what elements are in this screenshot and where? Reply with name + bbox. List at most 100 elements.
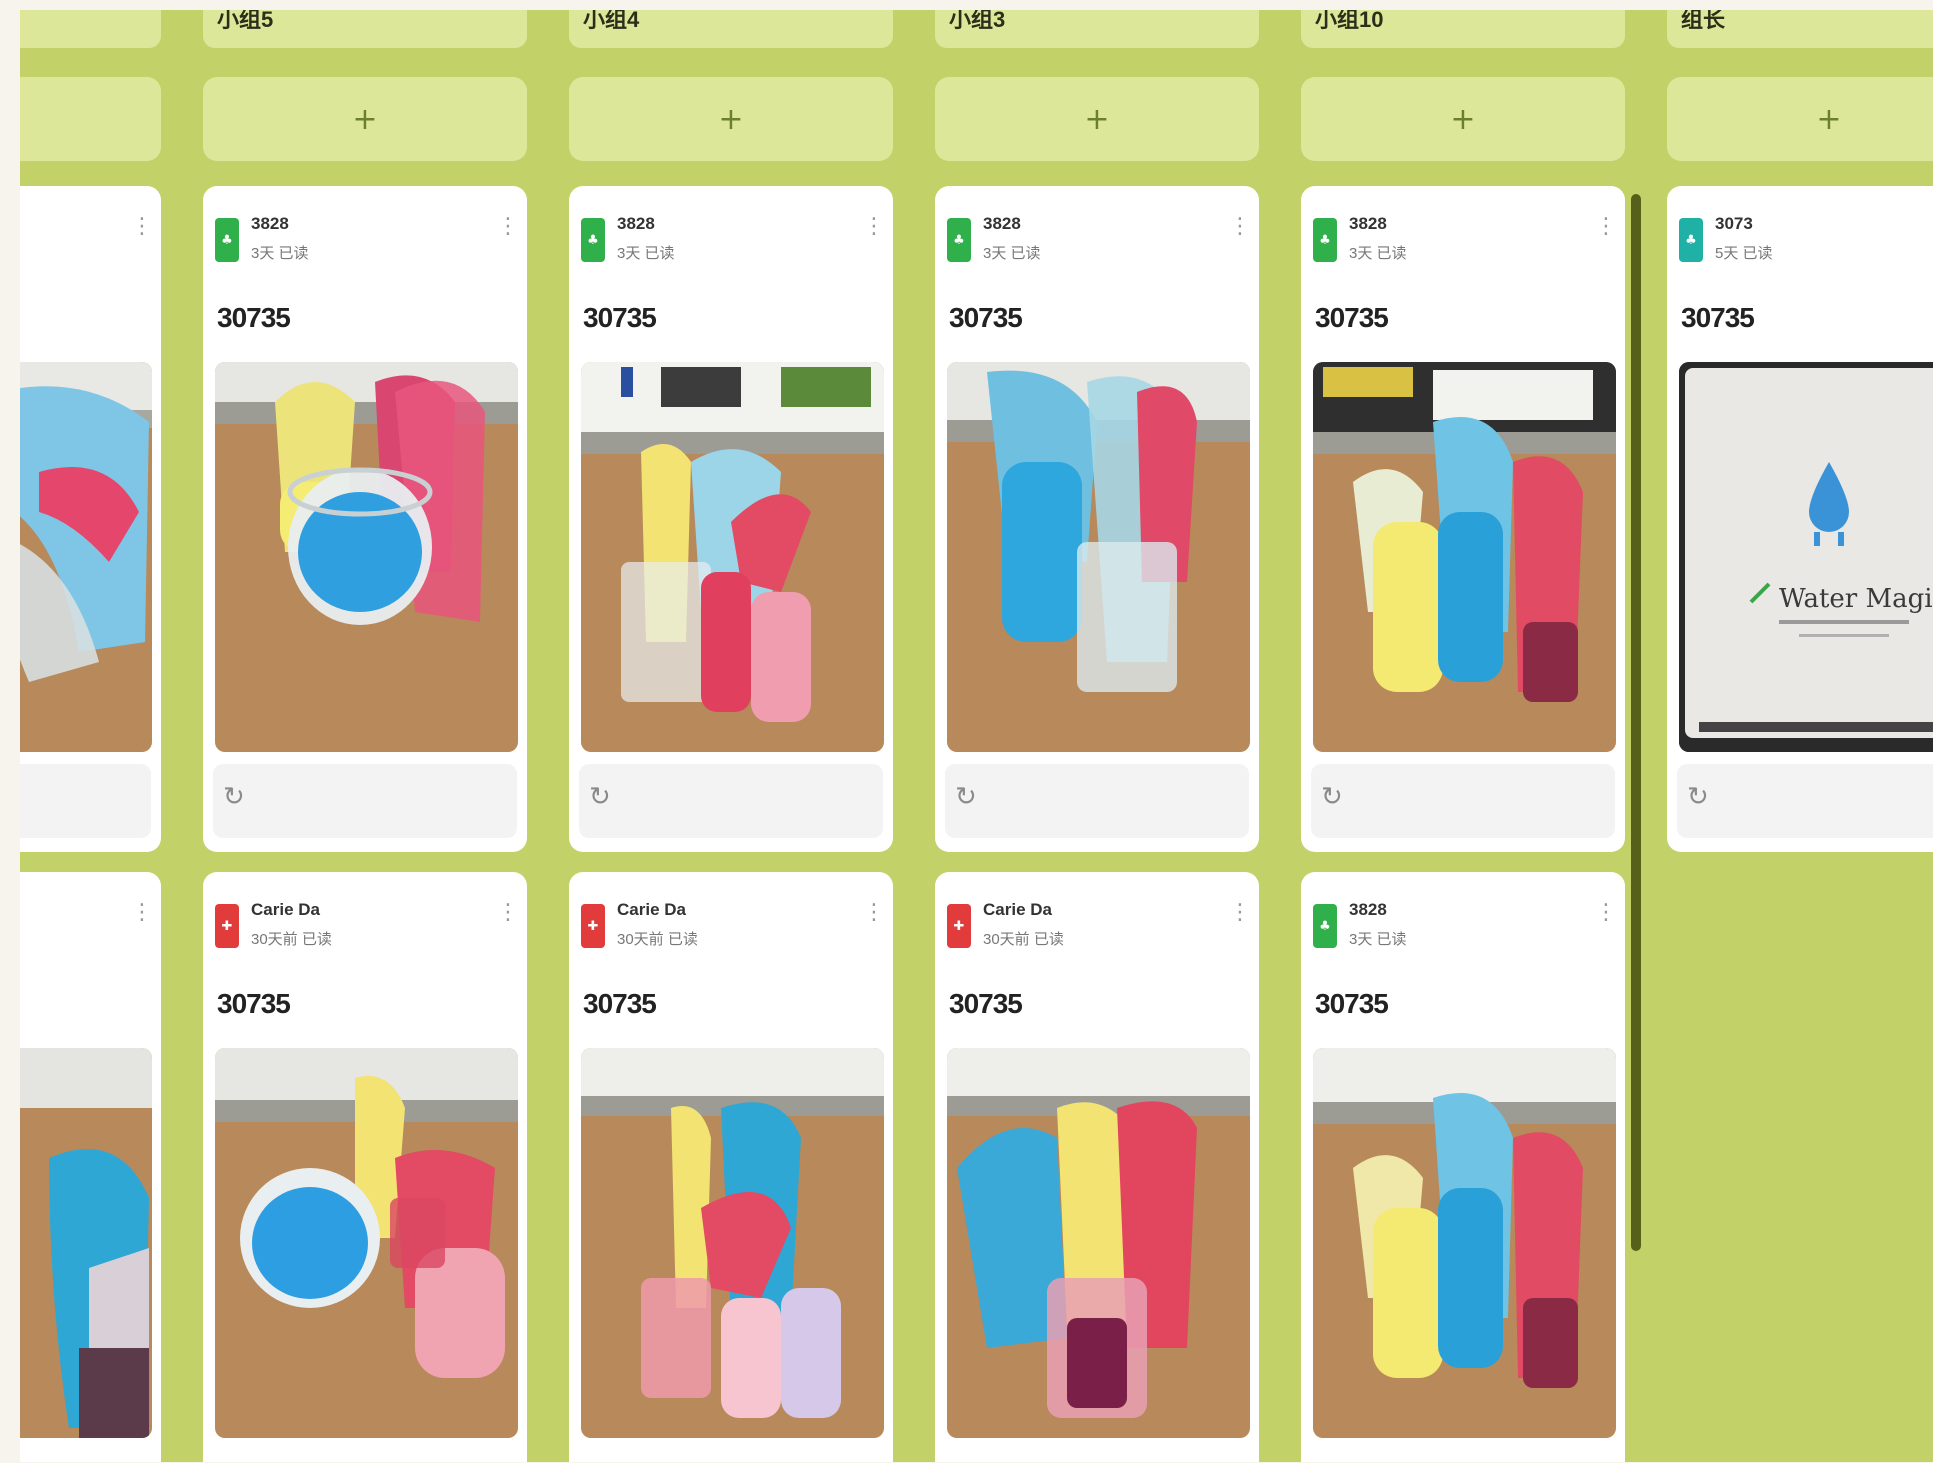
- comment-bar: ↻: [945, 764, 1249, 838]
- avatar: ♣: [947, 218, 971, 262]
- post-photo[interactable]: [947, 1048, 1250, 1438]
- avatar: ✚: [215, 904, 239, 948]
- author-name: 3828: [617, 214, 655, 233]
- post-card[interactable]: ♣ 3828 3天 已读 ⋮ 30735 ↻: [935, 186, 1259, 852]
- post-card[interactable]: ⋮ ↻: [20, 186, 161, 852]
- column-header: 小组3: [935, 10, 1259, 48]
- post-title: 30735: [949, 988, 1023, 1019]
- author-name: 3828: [1349, 214, 1387, 233]
- post-photo[interactable]: [20, 1048, 152, 1438]
- comment-bar: ↻: [213, 764, 517, 838]
- kebab-menu-icon[interactable]: ⋮: [1595, 896, 1617, 930]
- kebab-menu-icon[interactable]: ⋮: [863, 896, 885, 930]
- column-header: 组长: [1667, 10, 1933, 48]
- post-card[interactable]: ♣ 3828 3天 已读 ⋮ 30735: [1301, 872, 1625, 1462]
- kebab-menu-icon[interactable]: ⋮: [863, 210, 885, 244]
- post-title: 30735: [217, 988, 291, 1019]
- post-photo[interactable]: [215, 362, 518, 752]
- avatar: ♣: [581, 218, 605, 262]
- avatar: ✚: [581, 904, 605, 948]
- column-divider: [1631, 194, 1641, 1251]
- post-time: 3天 已读: [1349, 931, 1407, 948]
- comment-bar: ↻: [20, 764, 151, 838]
- board: ⋮ ↻ ⋮ 小组5 + ♣ 3828 3天 已读 ⋮ 30735 ↻: [20, 10, 1933, 1462]
- post-time: 3天 已读: [1349, 245, 1407, 262]
- post-time: 30天前 已读: [983, 931, 1064, 948]
- comment-icon[interactable]: ↻: [955, 782, 981, 816]
- kebab-menu-icon[interactable]: ⋮: [131, 210, 153, 244]
- kebab-menu-icon[interactable]: ⋮: [1229, 896, 1251, 930]
- post-title: 30735: [217, 302, 291, 333]
- post-time: 5天 已读: [1715, 245, 1773, 262]
- avatar: ♣: [215, 218, 239, 262]
- post-photo[interactable]: [1313, 1048, 1616, 1438]
- author-name: 3073: [1715, 214, 1753, 233]
- add-post-button[interactable]: +: [1301, 77, 1625, 161]
- post-title: 30735: [1681, 302, 1755, 333]
- comment-icon[interactable]: ↻: [1321, 782, 1347, 816]
- kebab-menu-icon[interactable]: ⋮: [497, 896, 519, 930]
- avatar: ♣: [1313, 218, 1337, 262]
- post-time: 3天 已读: [617, 245, 675, 262]
- post-card[interactable]: ✚ Carie Da 30天前 已读 ⋮ 30735: [935, 872, 1259, 1462]
- avatar: ♣: [1313, 904, 1337, 948]
- column: 小组3 + ♣ 3828 3天 已读 ⋮ 30735 ↻ ✚ Carie Da …: [935, 10, 1259, 1462]
- post-title: 30735: [583, 988, 657, 1019]
- author-name: Carie Da: [617, 900, 686, 919]
- comment-bar: ↻: [1677, 764, 1933, 838]
- post-photo[interactable]: [947, 362, 1250, 752]
- add-post-button[interactable]: +: [569, 77, 893, 161]
- post-title: 30735: [1315, 988, 1389, 1019]
- comment-icon[interactable]: ↻: [589, 782, 615, 816]
- comment-bar: ↻: [1311, 764, 1615, 838]
- kebab-menu-icon[interactable]: ⋮: [131, 896, 153, 930]
- column: 小组4 + ♣ 3828 3天 已读 ⋮ 30735 ↻ ✚ Carie Da …: [569, 10, 893, 1462]
- column: 小组5 + ♣ 3828 3天 已读 ⋮ 30735 ↻ ✚ Carie Da …: [203, 10, 527, 1462]
- column: 小组10 + ♣ 3828 3天 已读 ⋮ 30735 ↻ ♣ 3828 3天 …: [1301, 10, 1625, 1462]
- slide-title: Water Magic: [1779, 584, 1933, 614]
- author-name: Carie Da: [251, 900, 320, 919]
- post-title: 30735: [1315, 302, 1389, 333]
- post-time: 30天前 已读: [251, 931, 332, 948]
- post-photo[interactable]: [581, 1048, 884, 1438]
- author-name: 3828: [983, 214, 1021, 233]
- avatar: ♣: [1679, 218, 1703, 262]
- author-name: Carie Da: [983, 900, 1052, 919]
- author-name: 3828: [1349, 900, 1387, 919]
- avatar: ✚: [947, 904, 971, 948]
- column: 组长 + ♣ 3073 5天 已读 ⋮ 30735 Water Magic ↻: [1667, 10, 1933, 1462]
- post-card[interactable]: ♣ 3828 3天 已读 ⋮ 30735 ↻: [569, 186, 893, 852]
- post-card[interactable]: ♣ 3828 3天 已读 ⋮ 30735 ↻: [203, 186, 527, 852]
- post-time: 30天前 已读: [617, 931, 698, 948]
- post-photo[interactable]: Water Magic: [1679, 362, 1933, 752]
- add-post-button[interactable]: [20, 77, 161, 161]
- post-card[interactable]: ♣ 3073 5天 已读 ⋮ 30735 Water Magic ↻: [1667, 186, 1933, 852]
- post-title: 30735: [949, 302, 1023, 333]
- post-photo[interactable]: [215, 1048, 518, 1438]
- add-post-button[interactable]: +: [203, 77, 527, 161]
- post-time: 3天 已读: [251, 245, 309, 262]
- post-photo[interactable]: [20, 362, 152, 752]
- column-header: 小组4: [569, 10, 893, 48]
- column-header: 小组5: [203, 10, 527, 48]
- add-post-button[interactable]: +: [1667, 77, 1933, 161]
- post-photo[interactable]: [1313, 362, 1616, 752]
- post-card[interactable]: ♣ 3828 3天 已读 ⋮ 30735 ↻: [1301, 186, 1625, 852]
- comment-icon[interactable]: ↻: [223, 782, 249, 816]
- column-header: 小组10: [1301, 10, 1625, 48]
- add-post-button[interactable]: +: [935, 77, 1259, 161]
- post-card[interactable]: ✚ Carie Da 30天前 已读 ⋮ 30735: [203, 872, 527, 1462]
- post-time: 3天 已读: [983, 245, 1041, 262]
- author-name: 3828: [251, 214, 289, 233]
- comment-bar: ↻: [579, 764, 883, 838]
- post-title: 30735: [583, 302, 657, 333]
- column-header: [20, 10, 161, 48]
- kebab-menu-icon[interactable]: ⋮: [1595, 210, 1617, 244]
- post-card[interactable]: ⋮: [20, 872, 161, 1462]
- column: ⋮ ↻ ⋮: [20, 10, 161, 1462]
- comment-icon[interactable]: ↻: [1687, 782, 1713, 816]
- kebab-menu-icon[interactable]: ⋮: [1229, 210, 1251, 244]
- kebab-menu-icon[interactable]: ⋮: [497, 210, 519, 244]
- post-photo[interactable]: [581, 362, 884, 752]
- post-card[interactable]: ✚ Carie Da 30天前 已读 ⋮ 30735: [569, 872, 893, 1462]
